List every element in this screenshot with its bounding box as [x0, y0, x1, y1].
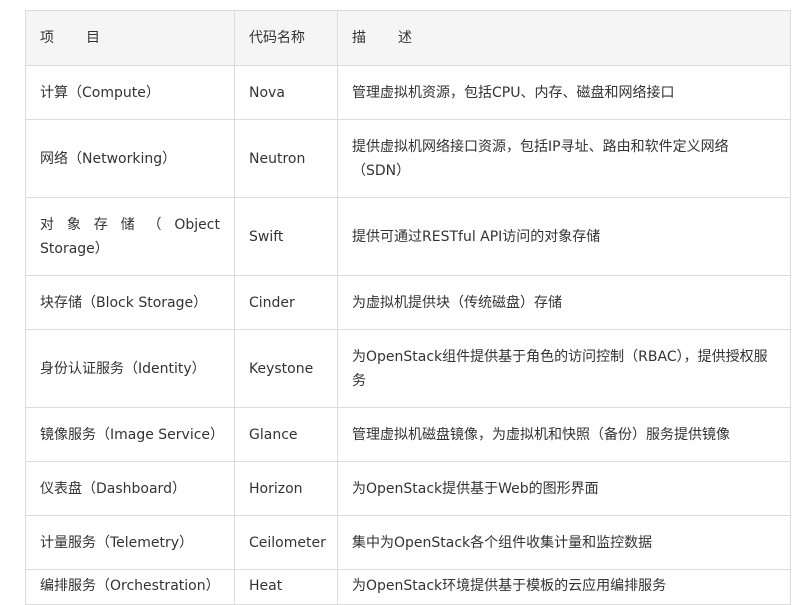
cell-desc: 为OpenStack组件提供基于角色的访问控制（RBAC），提供授权服务 — [337, 329, 791, 408]
cell-name: 仪表盘（Dashboard） — [25, 461, 235, 516]
header-item: 项目 — [25, 10, 235, 66]
cell-desc: 管理虚拟机磁盘镜像，为虚拟机和快照（备份）服务提供镜像 — [337, 407, 791, 462]
cell-name: 网络（Networking） — [25, 119, 235, 198]
header-row: 项目 代码名称 描述 — [25, 10, 791, 66]
table-row: 身份认证服务（Identity） Keystone 为OpenStack组件提供… — [25, 329, 791, 408]
table-row: 计量服务（Telemetry） Ceilometer 集中为OpenStack各… — [25, 515, 791, 570]
header-description: 描述 — [337, 10, 791, 66]
cell-name: 对象存储（Object Storage） — [25, 197, 235, 276]
cell-desc: 为虚拟机提供块（传统磁盘）存储 — [337, 275, 791, 330]
header-desc-b: 述 — [398, 30, 412, 46]
cell-code: Heat — [234, 569, 338, 605]
cell-code: Keystone — [234, 329, 338, 408]
cell-code: Cinder — [234, 275, 338, 330]
header-desc-a: 描 — [352, 30, 366, 46]
table-row: 对象存储（Object Storage） Swift 提供可通过RESTful … — [25, 197, 791, 276]
cell-code: Glance — [234, 407, 338, 462]
cell-desc: 为OpenStack环境提供基于模板的云应用编排服务 — [337, 569, 791, 605]
cell-code: Ceilometer — [234, 515, 338, 570]
cell-code: Swift — [234, 197, 338, 276]
table-row: 计算（Compute） Nova 管理虚拟机资源，包括CPU、内存、磁盘和网络接… — [25, 65, 791, 120]
cell-desc: 提供虚拟机网络接口资源，包括IP寻址、路由和软件定义网络（SDN） — [337, 119, 791, 198]
header-code-name: 代码名称 — [234, 10, 338, 66]
cell-code: Nova — [234, 65, 338, 120]
cell-code: Neutron — [234, 119, 338, 198]
cell-name: 编排服务（Orchestration） — [25, 569, 235, 605]
table-row: 仪表盘（Dashboard） Horizon 为OpenStack提供基于Web… — [25, 461, 791, 516]
cell-desc: 为OpenStack提供基于Web的图形界面 — [337, 461, 791, 516]
table-row: 块存储（Block Storage） Cinder 为虚拟机提供块（传统磁盘）存… — [25, 275, 791, 330]
cell-name: 计量服务（Telemetry） — [25, 515, 235, 570]
table-row: 网络（Networking） Neutron 提供虚拟机网络接口资源，包括IP寻… — [25, 119, 791, 198]
cell-name: 计算（Compute） — [25, 65, 235, 120]
cell-name: 镜像服务（Image Service） — [25, 407, 235, 462]
cell-desc: 管理虚拟机资源，包括CPU、内存、磁盘和网络接口 — [337, 65, 791, 120]
cell-name: 块存储（Block Storage） — [25, 275, 235, 330]
openstack-components-table: 项目 代码名称 描述 计算（Compute） Nova 管理虚拟机资源，包括CP… — [25, 10, 791, 605]
table-body: 计算（Compute） Nova 管理虚拟机资源，包括CPU、内存、磁盘和网络接… — [25, 65, 791, 605]
openstack-components-table-container: 项目 代码名称 描述 计算（Compute） Nova 管理虚拟机资源，包括CP… — [25, 10, 791, 605]
cell-desc: 集中为OpenStack各个组件收集计量和监控数据 — [337, 515, 791, 570]
header-item-b: 目 — [86, 30, 100, 46]
cell-desc: 提供可通过RESTful API访问的对象存储 — [337, 197, 791, 276]
table-row: 编排服务（Orchestration） Heat 为OpenStack环境提供基… — [25, 569, 791, 605]
table-row: 镜像服务（Image Service） Glance 管理虚拟机磁盘镜像，为虚拟… — [25, 407, 791, 462]
header-item-a: 项 — [40, 30, 54, 46]
cell-name: 身份认证服务（Identity） — [25, 329, 235, 408]
table-header: 项目 代码名称 描述 — [25, 10, 791, 66]
cell-code: Horizon — [234, 461, 338, 516]
